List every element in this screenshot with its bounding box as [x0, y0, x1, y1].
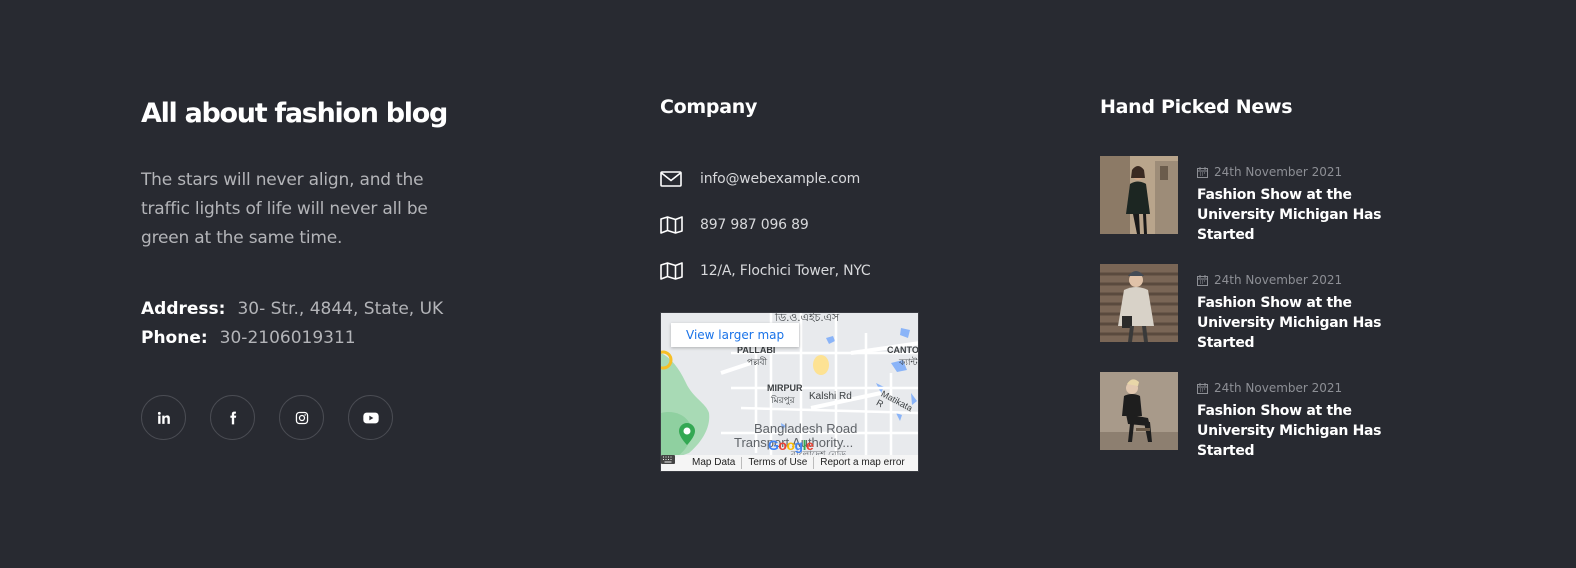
- news-item[interactable]: 24th November 2021 Fashion Show at the U…: [1100, 264, 1440, 351]
- instagram-icon: [295, 411, 308, 424]
- google-logo: Google: [768, 437, 814, 453]
- news-date-text: 24th November 2021: [1214, 381, 1343, 395]
- company-contact-list: info@webexample.com 897 987 096 89 12/A,…: [660, 156, 960, 294]
- email-text: info@webexample.com: [700, 171, 861, 187]
- embedded-map[interactable]: ডি.ও.এইচ.এস PALLABI পল্লবী MIRPUR মিরপুর…: [660, 312, 919, 472]
- social-links: [141, 395, 471, 440]
- company-title: Company: [660, 96, 758, 118]
- map-footer: Map Data Terms of Use Report a map error: [661, 455, 918, 471]
- news-thumbnail[interactable]: [1100, 156, 1178, 234]
- map-data-link[interactable]: Map Data: [686, 457, 743, 469]
- news-section: Hand Picked News 24th November 2021 Fash…: [1100, 94, 1440, 480]
- youtube-icon: [362, 412, 379, 423]
- news-thumbnail[interactable]: [1100, 372, 1178, 450]
- about-title: All about fashion blog: [141, 98, 448, 129]
- address-text: 12/A, Flochici Tower, NYC: [700, 263, 871, 279]
- about-description: The stars will never align, and the traf…: [141, 170, 428, 248]
- news-date: 24th November 2021: [1197, 165, 1417, 179]
- view-larger-map-link[interactable]: View larger map: [671, 323, 800, 347]
- phone-label: Phone:: [141, 328, 208, 348]
- news-item[interactable]: 24th November 2021 Fashion Show at the U…: [1100, 156, 1440, 243]
- news-list: 24th November 2021 Fashion Show at the U…: [1100, 156, 1440, 459]
- map-icon: [660, 262, 700, 280]
- phone-item[interactable]: 897 987 096 89: [660, 202, 960, 248]
- news-headline[interactable]: Fashion Show at the University Michigan …: [1197, 293, 1417, 353]
- map-label-mirpur: MIRPUR: [767, 383, 803, 393]
- address-row: Address: 30- Str., 4844, State, UK: [141, 295, 471, 324]
- about-section: All about fashion blog The stars will ne…: [141, 96, 471, 440]
- terms-of-use-link[interactable]: Terms of Use: [742, 457, 815, 469]
- news-item[interactable]: 24th November 2021 Fashion Show at the U…: [1100, 372, 1440, 459]
- map-label-pallabi-bn: পল্লবী: [747, 357, 768, 367]
- news-title: Hand Picked News: [1100, 96, 1293, 118]
- facebook-icon: [229, 411, 236, 424]
- news-date-text: 24th November 2021: [1214, 165, 1343, 179]
- report-map-error-link[interactable]: Report a map error: [814, 457, 910, 469]
- news-headline[interactable]: Fashion Show at the University Michigan …: [1197, 185, 1417, 245]
- news-date: 24th November 2021: [1197, 381, 1417, 395]
- email-item[interactable]: info@webexample.com: [660, 156, 960, 202]
- phone-text: 897 987 096 89: [700, 217, 809, 233]
- address-item[interactable]: 12/A, Flochici Tower, NYC: [660, 248, 960, 294]
- map-icon: [660, 216, 700, 234]
- news-thumbnail[interactable]: [1100, 264, 1178, 342]
- map-label-canto: CANTO: [887, 345, 919, 355]
- calendar-icon: [1197, 274, 1208, 286]
- facebook-button[interactable]: [210, 395, 255, 440]
- contact-info: Address: 30- Str., 4844, State, UK Phone:…: [141, 295, 471, 353]
- phone-value: 30-2106019311: [219, 328, 356, 348]
- map-label-mirpur-bn: মিরপুর: [771, 395, 795, 405]
- news-headline[interactable]: Fashion Show at the University Michigan …: [1197, 401, 1417, 461]
- instagram-button[interactable]: [279, 395, 324, 440]
- mail-icon: [660, 171, 700, 187]
- youtube-button[interactable]: [348, 395, 393, 440]
- news-date-text: 24th November 2021: [1214, 273, 1343, 287]
- phone-row: Phone: 30-2106019311: [141, 324, 471, 353]
- calendar-icon: [1197, 382, 1208, 394]
- map-label-brta-1: Bangladesh Road: [754, 421, 858, 436]
- news-date: 24th November 2021: [1197, 273, 1417, 287]
- address-value: 30- Str., 4844, State, UK: [237, 299, 444, 319]
- linkedin-icon: [157, 411, 170, 424]
- map-label-kalshi: Kalshi Rd: [809, 391, 852, 402]
- linkedin-button[interactable]: [141, 395, 186, 440]
- calendar-icon: [1197, 166, 1208, 178]
- address-label: Address:: [141, 299, 226, 319]
- map-label-canto-bn: ক্যান্ট: [899, 357, 918, 367]
- company-section: Company info@webexample.com 897 987 096 …: [660, 94, 960, 472]
